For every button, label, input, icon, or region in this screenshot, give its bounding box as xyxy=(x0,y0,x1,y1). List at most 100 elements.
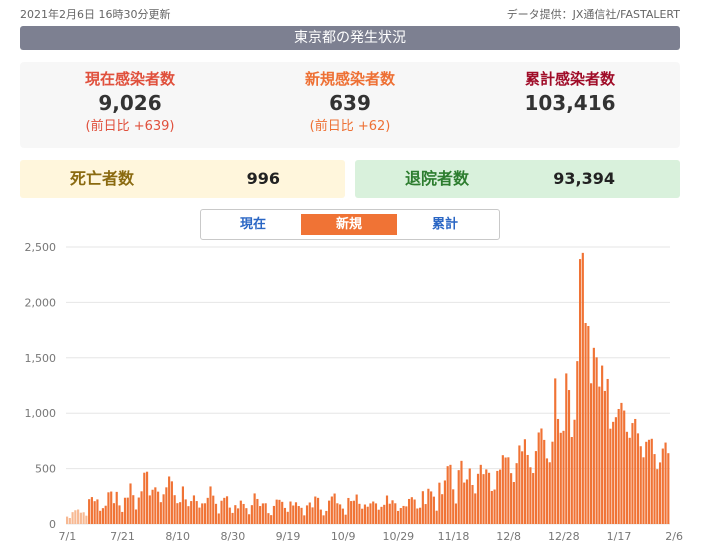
bar xyxy=(201,503,204,524)
x-tick-label: 1/17 xyxy=(607,530,632,543)
bar xyxy=(427,488,430,524)
bar xyxy=(286,511,289,524)
bar xyxy=(664,442,667,524)
bar xyxy=(372,501,375,524)
bar xyxy=(366,506,369,524)
bar xyxy=(203,503,207,524)
bar xyxy=(74,510,77,524)
bar xyxy=(407,498,411,524)
bar xyxy=(140,491,143,524)
bar xyxy=(198,507,201,524)
bar xyxy=(523,439,526,524)
bar xyxy=(606,378,609,524)
bar xyxy=(137,497,140,524)
bar xyxy=(352,500,355,524)
bar xyxy=(623,410,626,524)
bar xyxy=(642,457,645,524)
bar xyxy=(270,515,273,524)
bar xyxy=(518,445,521,524)
bar xyxy=(485,469,488,524)
header-line: 2021年2月6日 16時30分更新 データ提供：JX通信社/FASTALERT xyxy=(20,6,680,22)
bar xyxy=(650,438,653,524)
bar xyxy=(305,505,309,524)
bar xyxy=(347,497,350,524)
bar xyxy=(474,493,477,524)
bar xyxy=(446,466,449,524)
tab-current[interactable]: 現在 xyxy=(205,214,301,235)
bar xyxy=(239,500,242,524)
bar xyxy=(603,390,606,524)
bar xyxy=(545,458,549,524)
recovered-label: 退院者数 xyxy=(405,169,470,188)
bar xyxy=(311,507,314,524)
bar xyxy=(479,464,482,524)
bar xyxy=(77,509,80,524)
bar xyxy=(68,518,71,524)
bar xyxy=(101,508,105,524)
bar xyxy=(85,515,88,524)
bar xyxy=(631,423,634,524)
bar xyxy=(402,505,405,524)
bar xyxy=(647,439,651,524)
tab-new[interactable]: 新規 xyxy=(301,214,397,235)
bar xyxy=(595,357,598,524)
bar xyxy=(184,499,187,524)
bar xyxy=(212,495,215,524)
bar xyxy=(344,514,347,524)
bar xyxy=(581,252,584,524)
bar xyxy=(510,473,513,524)
bar xyxy=(154,487,157,524)
tab-total[interactable]: 累計 xyxy=(397,214,493,235)
bar xyxy=(148,495,151,524)
bar xyxy=(121,511,124,524)
bar xyxy=(358,503,361,524)
bar xyxy=(452,489,455,524)
bar xyxy=(123,497,127,524)
bar xyxy=(391,500,394,524)
bar xyxy=(471,485,474,524)
bar xyxy=(501,455,504,524)
bar xyxy=(363,504,367,524)
bar xyxy=(380,506,383,524)
bar xyxy=(264,503,267,524)
bar xyxy=(636,433,640,524)
bar xyxy=(476,473,480,524)
bar xyxy=(187,506,190,524)
bar xyxy=(383,504,386,524)
bar xyxy=(645,441,648,524)
bar xyxy=(165,487,168,524)
stat-total-value: 103,416 xyxy=(524,91,616,115)
bar xyxy=(562,430,565,524)
bar xyxy=(587,326,590,524)
bar xyxy=(176,503,179,524)
bar xyxy=(297,506,300,524)
bar xyxy=(515,463,518,524)
x-tick-label: 8/10 xyxy=(165,530,190,543)
bar xyxy=(548,462,551,524)
bar xyxy=(460,460,463,524)
x-tick-label: 7/21 xyxy=(110,530,135,543)
bar xyxy=(656,469,659,524)
stat-new: 新規感染者数 639 (前日比 +62) xyxy=(250,68,450,136)
bar xyxy=(405,506,408,524)
y-tick-label: 500 xyxy=(35,463,56,476)
bar xyxy=(457,470,460,524)
bar xyxy=(341,508,344,524)
bar xyxy=(653,454,656,524)
bar xyxy=(267,513,270,524)
bar xyxy=(499,469,502,524)
x-tick-label: 10/29 xyxy=(382,530,414,543)
bar xyxy=(283,507,287,524)
recovered-box: 退院者数 93,394 xyxy=(355,160,680,198)
bar xyxy=(534,451,538,524)
bar xyxy=(261,503,264,524)
y-tick-label: 2,500 xyxy=(25,241,57,254)
bar xyxy=(532,473,535,524)
stat-total: 累計感染者数 103,416 xyxy=(470,68,670,116)
bar xyxy=(454,503,458,524)
page-title: 東京都の発生状況 xyxy=(20,26,680,50)
stat-current-label: 現在感染者数 xyxy=(84,70,175,88)
bar xyxy=(145,471,149,524)
bar xyxy=(551,441,554,524)
update-timestamp: 2021年2月6日 16時30分更新 xyxy=(20,8,171,21)
